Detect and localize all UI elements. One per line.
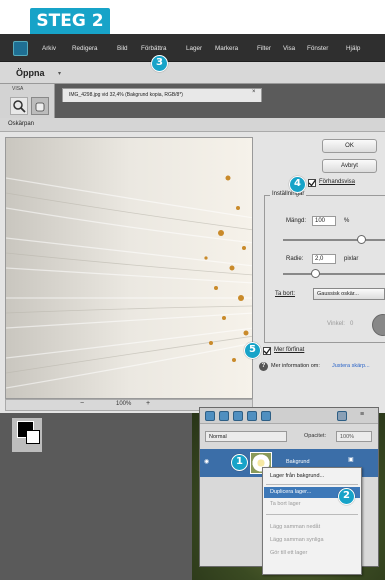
- zoom-in-icon[interactable]: +: [146, 400, 150, 407]
- app-logo-icon: [13, 41, 28, 56]
- menu-arkiv[interactable]: Arkiv: [42, 45, 56, 52]
- opacity-input[interactable]: 100%: [336, 431, 372, 442]
- angle-label: Vinkel:: [327, 321, 345, 327]
- menu-filter[interactable]: Filter: [257, 45, 271, 52]
- remove-label: Ta bort:: [275, 291, 296, 297]
- chevron-down-icon[interactable]: ▾: [58, 70, 61, 77]
- lock-all-icon[interactable]: [261, 411, 271, 421]
- step-badge-3: 3: [151, 55, 168, 72]
- preview-checkbox[interactable]: [308, 179, 316, 187]
- menu-separator: [266, 514, 358, 515]
- panel-menu-icon[interactable]: ≡: [360, 411, 364, 418]
- eye-icon[interactable]: ◉: [204, 458, 209, 465]
- angle-value: 0: [350, 321, 354, 327]
- layer-mask-icon[interactable]: [233, 411, 243, 421]
- step-header: STEG 2: [30, 8, 110, 34]
- new-layer-icon[interactable]: [205, 411, 215, 421]
- layer-lock-icon: ▣: [348, 457, 354, 463]
- menu-lager[interactable]: Lager: [186, 45, 202, 52]
- cancel-button[interactable]: Avbryt: [322, 159, 377, 173]
- preview-image[interactable]: [5, 137, 253, 399]
- menu-visa[interactable]: Visa: [283, 45, 295, 52]
- step-badge-4: 4: [289, 176, 306, 193]
- menu-redigera[interactable]: Redigera: [72, 45, 98, 52]
- menu-item-merge-down[interactable]: Lägg samman nedåt: [264, 522, 360, 533]
- document-tab[interactable]: IMG_4298.jpg vid 32,4% (Bakgrund kopia, …: [62, 88, 262, 102]
- radius-input[interactable]: 2,0: [312, 254, 336, 264]
- checkmark-icon: [308, 179, 316, 187]
- zoom-level: 100%: [116, 401, 132, 407]
- dialog-title-bar: [0, 118, 385, 132]
- menu-item-flatten-image[interactable]: Gör till ett lager: [264, 548, 360, 559]
- radius-slider[interactable]: [283, 273, 385, 275]
- menu-forbattra[interactable]: Förbättra: [141, 45, 167, 52]
- hand-icon: [35, 102, 45, 112]
- amount-label: Mängd:: [286, 218, 307, 224]
- step-badge-5: 5: [244, 342, 261, 359]
- remove-select[interactable]: Gaussisk oskär...: [313, 288, 385, 300]
- magnifier-icon: [13, 100, 26, 113]
- adjustment-layer-icon[interactable]: [219, 411, 229, 421]
- radius-unit: pixlar: [344, 256, 359, 262]
- menu-item-merge-visible[interactable]: Lägg samman synliga: [264, 535, 360, 546]
- amount-unit: %: [344, 218, 350, 224]
- more-precise-checkbox[interactable]: [263, 347, 271, 355]
- hand-tool[interactable]: [31, 97, 49, 115]
- preview-label: Förhandsvisa: [319, 179, 356, 185]
- menu-hjalp[interactable]: Hjälp: [346, 45, 360, 52]
- step-badge-1: 1: [231, 454, 248, 471]
- blend-mode-select[interactable]: Normal: [205, 431, 287, 442]
- tools-section-label: VISA: [12, 86, 24, 92]
- menu-separator: [266, 484, 358, 485]
- menu-item-layer-from-background[interactable]: Lager från bakgrund...: [264, 471, 360, 482]
- close-icon[interactable]: ×: [252, 89, 256, 95]
- amount-slider[interactable]: [283, 239, 385, 241]
- dialog-title: Oskärpan: [8, 121, 35, 127]
- help-icon: ?: [259, 362, 268, 371]
- zoom-tool[interactable]: [10, 97, 28, 115]
- menu-fonster[interactable]: Fönster: [307, 45, 328, 52]
- ok-button[interactable]: OK: [322, 139, 377, 153]
- step-badge-2: 2: [338, 488, 355, 505]
- layer-name: Bakgrund: [286, 459, 310, 465]
- trash-icon[interactable]: [337, 411, 347, 421]
- flower-petals-image: [6, 138, 252, 398]
- info-text: Mer information om:: [271, 363, 320, 369]
- opacity-label: Opacitet:: [304, 433, 327, 439]
- background-color-swatch[interactable]: [26, 430, 40, 444]
- amount-input[interactable]: 100: [312, 216, 336, 226]
- more-precise-label: Mer förfinat: [274, 347, 305, 353]
- zoom-out-icon[interactable]: −: [80, 400, 84, 407]
- radius-label: Radie:: [286, 256, 304, 262]
- checkmark-icon: [263, 347, 271, 355]
- menu-bild[interactable]: Bild: [117, 45, 128, 52]
- info-link[interactable]: Justera skärp...: [332, 363, 370, 369]
- menu-markera[interactable]: Markera: [215, 45, 238, 52]
- lock-icon[interactable]: [247, 411, 257, 421]
- open-button[interactable]: Öppna: [16, 68, 45, 78]
